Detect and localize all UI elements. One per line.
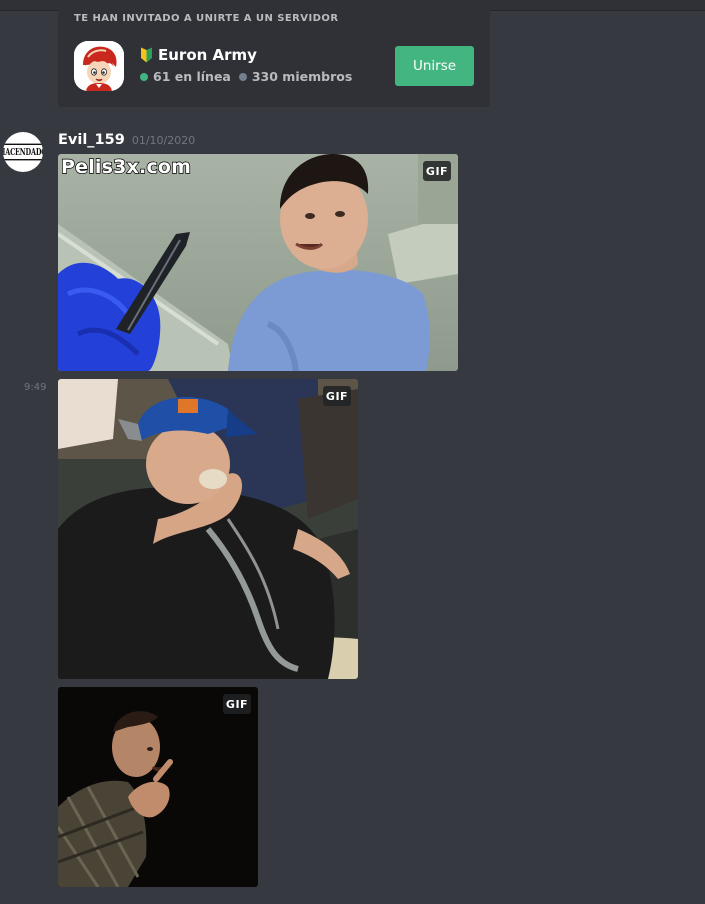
invite-header: TE HAN INVITADO A UNIRTE A UN SERVIDOR [74, 13, 339, 24]
server-name-row: Euron Army [140, 46, 257, 64]
gif-badge: GIF [223, 694, 251, 714]
message-timestamp: 01/10/2020 [131, 134, 196, 147]
gif-man-knife [58, 154, 458, 371]
gif-badge: GIF [423, 161, 451, 181]
gif-man-cap-stadium [58, 379, 358, 679]
gif-attachment-3[interactable]: GIF [58, 687, 258, 887]
hover-timestamp: 9:49 [24, 382, 47, 393]
avatar-logo-text: HACENDADO [3, 143, 43, 161]
gif-badge: GIF [323, 386, 351, 406]
message-header: Evil_159 01/10/2020 [58, 132, 195, 148]
members-dot [238, 72, 247, 81]
gif-watermark: Pelis3x.com [60, 155, 192, 178]
beginner-leaf-icon [140, 47, 153, 63]
server-icon[interactable] [74, 41, 124, 91]
join-server-button[interactable]: Unirse [395, 46, 474, 86]
online-count: 61 en línea [153, 69, 231, 84]
server-stats: 61 en línea 330 miembros [140, 69, 352, 84]
gif-man-dark [58, 687, 258, 887]
server-invite-card: TE HAN INVITADO A UNIRTE A UN SERVIDOR E… [58, 0, 490, 107]
user-avatar[interactable]: HACENDADO [3, 132, 43, 172]
chat-view: TE HAN INVITADO A UNIRTE A UN SERVIDOR E… [0, 0, 705, 904]
username[interactable]: Evil_159 [58, 132, 125, 148]
member-count: 330 miembros [251, 69, 353, 84]
gif-attachment-2[interactable]: GIF [58, 379, 358, 679]
server-name: Euron Army [158, 46, 257, 64]
gif-attachment-1[interactable]: Pelis3x.com GIF [58, 154, 458, 371]
server-avatar-image [74, 41, 124, 91]
online-status-dot [140, 72, 148, 81]
